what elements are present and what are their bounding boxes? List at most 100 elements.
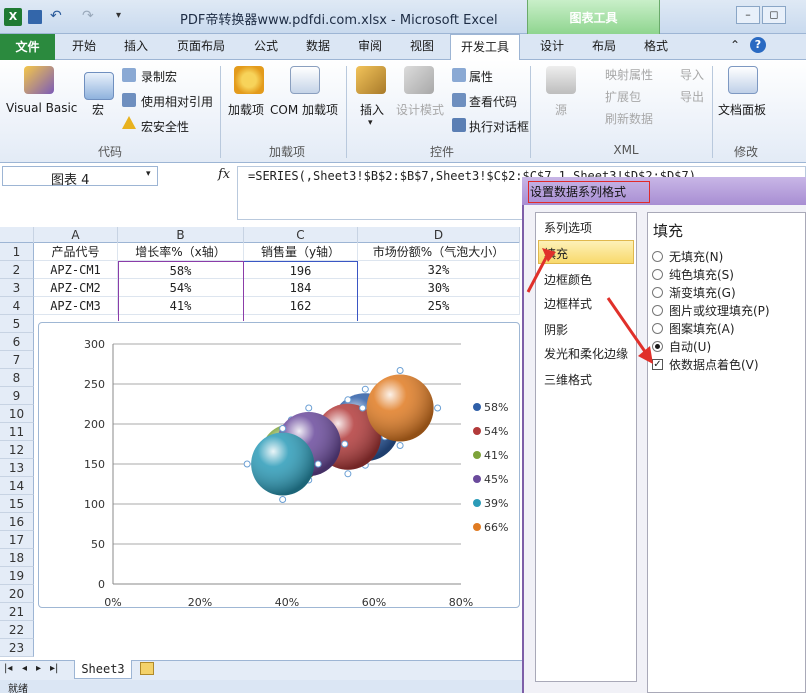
properties-button[interactable]: 属性 xyxy=(469,68,493,85)
name-box[interactable]: 图表 4 xyxy=(2,166,158,188)
row-header[interactable]: 22 xyxy=(0,621,34,639)
row-header[interactable]: 11 xyxy=(0,423,34,441)
refresh-data-button[interactable]: 刷新数据 xyxy=(605,110,653,127)
header-cell[interactable]: 销售量（y轴） xyxy=(244,243,358,261)
tab-file[interactable]: 文件 xyxy=(0,34,55,60)
record-macro-button[interactable]: 录制宏 xyxy=(141,68,177,85)
row-header[interactable]: 2 xyxy=(0,261,34,279)
insert-control-icon[interactable] xyxy=(356,66,386,94)
table-cell[interactable]: APZ-CM3 xyxy=(34,297,118,315)
group-label-controls: 控件 xyxy=(429,145,454,159)
restore-button[interactable]: ◻ xyxy=(762,6,786,24)
sheet-nav-first-icon[interactable]: |◂ xyxy=(4,663,12,674)
row-header[interactable]: 8 xyxy=(0,369,34,387)
row-header[interactable]: 10 xyxy=(0,405,34,423)
header-cell[interactable]: 增长率%（x轴） xyxy=(118,243,244,261)
table-cell[interactable]: APZ-CM1 xyxy=(34,261,118,279)
tab-view[interactable]: 视图 xyxy=(400,34,444,60)
row-header[interactable]: 5 xyxy=(0,315,34,333)
header-cell[interactable]: 产品代号 xyxy=(34,243,118,261)
sheet-nav-prev-icon[interactable]: ◂ xyxy=(22,663,27,674)
source-icon xyxy=(546,66,576,94)
table-cell[interactable]: 25% xyxy=(358,297,520,315)
sheet-nav-next-icon[interactable]: ▸ xyxy=(36,663,41,674)
row-header[interactable]: 1 xyxy=(0,243,34,261)
row-header[interactable]: 15 xyxy=(0,495,34,513)
row-header[interactable]: 9 xyxy=(0,387,34,405)
sheet-nav-last-icon[interactable]: ▸| xyxy=(50,663,58,674)
selection-handle xyxy=(305,404,313,412)
view-code-button[interactable]: 查看代码 xyxy=(469,93,517,110)
row-header[interactable]: 12 xyxy=(0,441,34,459)
row-header[interactable]: 13 xyxy=(0,459,34,477)
macros-button[interactable]: 宏 xyxy=(92,101,104,118)
column-header[interactable]: D xyxy=(358,227,520,243)
nav-series-options[interactable]: 系列选项 xyxy=(544,219,592,236)
select-all-corner[interactable] xyxy=(0,227,34,243)
row-header[interactable]: 21 xyxy=(0,603,34,621)
row-header[interactable]: 3 xyxy=(0,279,34,297)
macros-icon[interactable] xyxy=(84,72,114,100)
row-header[interactable]: 19 xyxy=(0,567,34,585)
save-icon[interactable] xyxy=(28,10,42,24)
row-header[interactable]: 6 xyxy=(0,333,34,351)
row-header[interactable]: 4 xyxy=(0,297,34,315)
row-header[interactable]: 16 xyxy=(0,513,34,531)
table-cell[interactable]: APZ-CM2 xyxy=(34,279,118,297)
row-header[interactable]: 20 xyxy=(0,585,34,603)
table-cell[interactable]: 30% xyxy=(358,279,520,297)
row-header[interactable]: 14 xyxy=(0,477,34,495)
sheet-tab-sheet3[interactable]: Sheet3 xyxy=(74,660,132,679)
column-header[interactable]: B xyxy=(118,227,244,243)
tab-formulas[interactable]: 公式 xyxy=(244,34,288,60)
tab-developer[interactable]: 开发工具 xyxy=(450,34,520,61)
row-header[interactable]: 17 xyxy=(0,531,34,549)
visual-basic-icon[interactable] xyxy=(24,66,54,94)
fx-icon[interactable]: fx xyxy=(218,167,230,182)
design-mode-icon xyxy=(404,66,434,94)
tab-format[interactable]: 格式 xyxy=(634,34,678,60)
relative-references-button[interactable]: 使用相对引用 xyxy=(141,93,213,110)
macro-security-button[interactable]: 宏安全性 xyxy=(141,118,189,135)
addins-gear-icon[interactable] xyxy=(234,66,264,94)
insert-control-button[interactable]: 插入 xyxy=(360,101,384,118)
source-button[interactable]: 源 xyxy=(555,101,567,118)
com-addins-icon[interactable] xyxy=(290,66,320,94)
tab-page-layout[interactable]: 页面布局 xyxy=(170,34,232,60)
row-header[interactable]: 7 xyxy=(0,351,34,369)
design-mode-button[interactable]: 设计模式 xyxy=(396,101,444,118)
help-icon[interactable]: ? xyxy=(750,37,766,53)
tab-home[interactable]: 开始 xyxy=(62,34,106,60)
tab-data[interactable]: 数据 xyxy=(296,34,340,60)
bubble-chart[interactable]: 300 250 200 150 100 50 0 0% 20% 40% 60% 80% 58% 54% 4… xyxy=(38,322,520,609)
document-panel-button[interactable]: 文档面板 xyxy=(718,101,766,118)
row-header[interactable]: 23 xyxy=(0,639,34,657)
expansion-packs-button[interactable]: 扩展包 xyxy=(605,88,641,105)
export-button[interactable]: 导出 xyxy=(680,88,704,105)
map-properties-button[interactable]: 映射属性 xyxy=(605,66,653,83)
tab-review[interactable]: 审阅 xyxy=(348,34,392,60)
column-header[interactable]: C xyxy=(244,227,358,243)
addins-button[interactable]: 加载项 xyxy=(228,101,264,118)
ribbon-minimize-icon[interactable]: ⌃ xyxy=(730,38,740,52)
table-cell[interactable]: 32% xyxy=(358,261,520,279)
undo-icon[interactable]: ↶ xyxy=(50,8,62,24)
redo-icon[interactable]: ↷ xyxy=(82,8,94,24)
import-button[interactable]: 导入 xyxy=(680,66,704,83)
new-sheet-icon[interactable] xyxy=(140,662,154,675)
tab-insert[interactable]: 插入 xyxy=(114,34,158,60)
com-addins-button[interactable]: COM 加载项 xyxy=(270,101,338,118)
header-cell[interactable]: 市场份额%（气泡大小） xyxy=(358,243,520,261)
minimize-button[interactable]: – xyxy=(736,6,760,24)
tab-design[interactable]: 设计 xyxy=(530,34,574,60)
document-panel-icon[interactable] xyxy=(728,66,758,94)
visual-basic-button[interactable]: Visual Basic xyxy=(6,101,77,115)
nav-3d-format[interactable]: 三维格式 xyxy=(544,371,592,388)
column-header[interactable]: A xyxy=(34,227,118,243)
warning-icon xyxy=(122,116,136,129)
tab-layout[interactable]: 布局 xyxy=(582,34,626,60)
name-box-dropdown-icon[interactable]: ▾ xyxy=(146,169,151,179)
row-header[interactable]: 18 xyxy=(0,549,34,567)
customize-qat-icon[interactable]: ▾ xyxy=(116,10,121,21)
run-dialog-button[interactable]: 执行对话框 xyxy=(469,118,529,135)
